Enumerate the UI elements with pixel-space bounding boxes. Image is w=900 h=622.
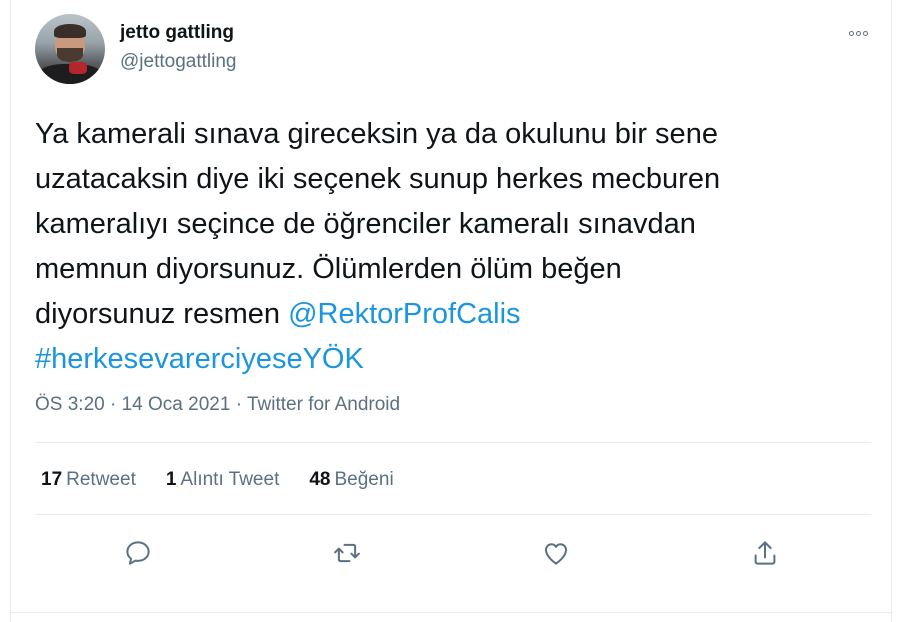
mention-link[interactable]: @RektorProfCalis [288, 298, 521, 330]
tweet-date[interactable]: 14 Oca 2021 [122, 394, 231, 415]
tweet-line: uzatacaksin diye iki seçenek sunup herke… [35, 163, 721, 195]
avatar[interactable] [35, 14, 105, 84]
tweet-card: jetto gattling @jettogattling Ya kameral… [10, 0, 893, 622]
heart-icon[interactable] [539, 536, 573, 570]
quote-stat[interactable]: 1 Alıntı Tweet [166, 469, 280, 491]
tweet-stats: 17 Retweet 1 Alıntı Tweet 48 Beğeni [41, 469, 424, 491]
quote-label: Alıntı Tweet [180, 469, 280, 490]
tweet-line: kameralıyı seçince de öğrenciler kameral… [35, 208, 696, 240]
action-bar [11, 536, 893, 570]
retweet-label: Retweet [66, 469, 136, 490]
retweet-icon[interactable] [330, 536, 364, 570]
tweet-line: memnun diyorsunuz. Ölümlerden ölüm beğen [35, 253, 622, 285]
tweet-line: diyorsunuz resmen @RektorProfCalis [35, 292, 875, 337]
divider [35, 442, 871, 443]
tweet-line-text: diyorsunuz resmen [35, 298, 289, 330]
retweet-stat[interactable]: 17 Retweet [41, 469, 136, 491]
divider [35, 514, 871, 515]
like-count: 48 [309, 469, 331, 490]
author-name[interactable]: jetto gattling [120, 22, 234, 44]
meta-separator: · [104, 394, 122, 415]
tweet-line: Ya kamerali sınava gireceksin ya da okul… [35, 118, 718, 150]
more-icon[interactable] [843, 22, 873, 44]
tweet-source[interactable]: Twitter for Android [247, 394, 400, 415]
tweet-meta: ÖS 3:20 · 14 Oca 2021 · Twitter for Andr… [35, 394, 400, 416]
hashtag-link[interactable]: #herkesevarerciyeseYÖK [35, 337, 875, 382]
retweet-count: 17 [41, 469, 63, 490]
author-handle[interactable]: @jettogattling [120, 51, 236, 73]
divider [11, 612, 893, 613]
like-stat[interactable]: 48 Beğeni [309, 469, 393, 491]
meta-separator: · [230, 394, 247, 415]
reply-icon[interactable] [121, 536, 155, 570]
like-label: Beğeni [334, 469, 394, 490]
share-icon[interactable] [748, 536, 782, 570]
tweet-time[interactable]: ÖS 3:20 [35, 394, 105, 415]
tweet-text: Ya kamerali sınava gireceksin ya da okul… [35, 112, 875, 382]
quote-count: 1 [165, 469, 177, 490]
